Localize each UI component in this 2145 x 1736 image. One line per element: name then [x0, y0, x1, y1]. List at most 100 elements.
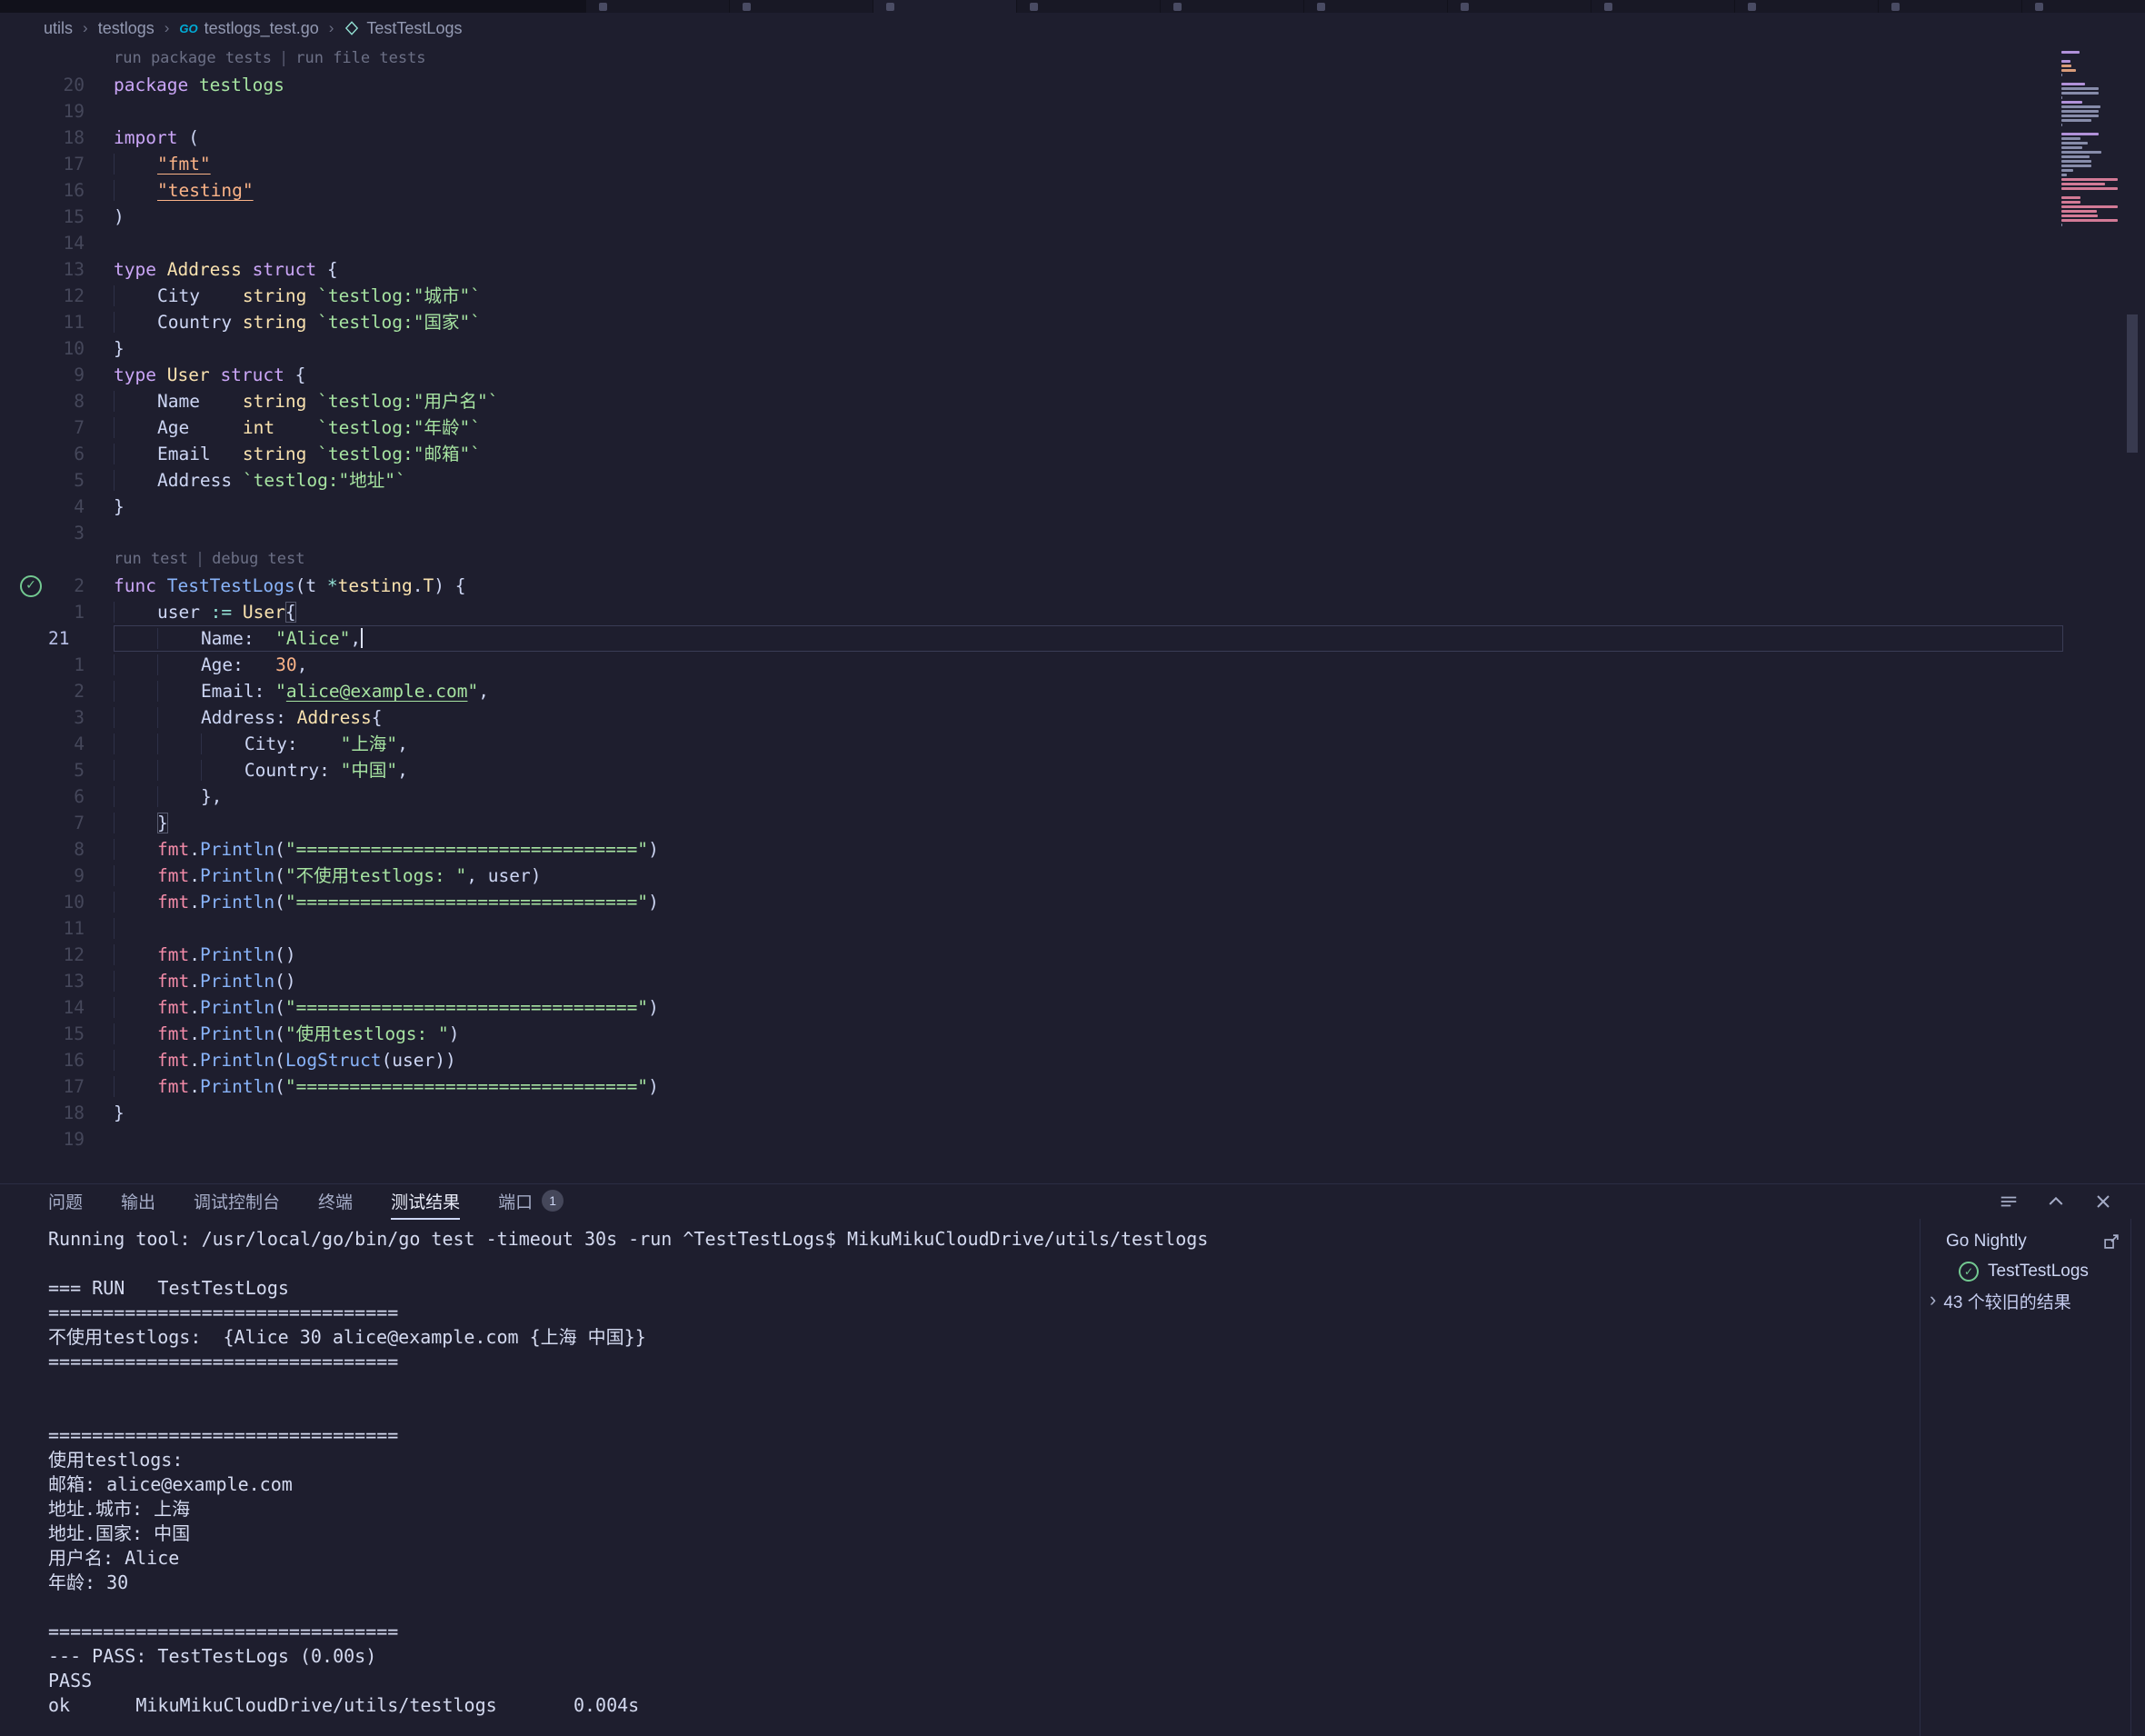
breadcrumb[interactable]: utils›testlogs›GOtestlogs_test.go›TestTe…	[0, 13, 2145, 44]
minimap-line	[2061, 69, 2076, 72]
panel-tab-terminal[interactable]: 终端	[318, 1184, 353, 1220]
minimap-line	[2061, 160, 2091, 163]
tab-strip-spacer	[0, 0, 586, 13]
code-line[interactable]: 20package testlogs	[0, 72, 2145, 98]
code-line[interactable]: 17 fmt.Println("========================…	[0, 1073, 2145, 1100]
code-token: User	[243, 602, 285, 623]
output-line	[48, 1374, 1920, 1399]
panel-tab-ports[interactable]: 端口1	[498, 1184, 564, 1220]
code-token	[242, 259, 253, 280]
panel-close-icon[interactable]	[2092, 1191, 2114, 1212]
panel-tab-test-results[interactable]: 测试结果	[391, 1184, 460, 1220]
older-results-item[interactable]: › 43 个较旧的结果	[1921, 1286, 2145, 1316]
code-line[interactable]: 1 user := User{	[0, 599, 2145, 625]
code-line[interactable]: 8 Name string `testlog:"用户名"`	[0, 388, 2145, 414]
code-token: (	[274, 1050, 285, 1071]
test-pass-gutter-icon[interactable]: ✓	[20, 575, 42, 597]
codelens-link[interactable]: run test	[114, 546, 188, 573]
indent-guide	[114, 391, 157, 412]
editor-tab[interactable]	[1591, 0, 1735, 13]
code-line[interactable]: 21 Name: "Alice",	[0, 625, 2145, 652]
code-token: :=	[211, 602, 232, 623]
editor-tab[interactable]	[1017, 0, 1161, 13]
code-line[interactable]: 8 fmt.Println("=========================…	[0, 836, 2145, 863]
code-line[interactable]: 13 fmt.Println()	[0, 968, 2145, 994]
panel-maximize-icon[interactable]	[2045, 1191, 2067, 1212]
code-line[interactable]: 14	[0, 230, 2145, 256]
line-gutter: 2	[0, 678, 114, 704]
code-line[interactable]: 13type Address struct {	[0, 256, 2145, 283]
code-line[interactable]: 18}	[0, 1100, 2145, 1126]
editor-tab[interactable]	[1304, 0, 1448, 13]
code-line[interactable]: 15 fmt.Println("使用testlogs: ")	[0, 1021, 2145, 1047]
code-line[interactable]: 4 City: "上海",	[0, 731, 2145, 757]
breadcrumb-item-testtestlogs[interactable]: TestTestLogs	[344, 19, 462, 38]
editor-tab[interactable]	[1448, 0, 1591, 13]
code-token: struct	[220, 364, 284, 385]
editor-scrollbar[interactable]	[2127, 314, 2138, 453]
breadcrumb-label: testlogs_test.go	[205, 19, 319, 38]
code-line[interactable]: 16 "testing"	[0, 177, 2145, 204]
code-line[interactable]: 5 Country: "中国",	[0, 757, 2145, 783]
code-line[interactable]: ✓2func TestTestLogs(t *testing.T) {	[0, 573, 2145, 599]
code-line[interactable]: 1 Age: 30,	[0, 652, 2145, 678]
editor-tab[interactable]	[1161, 0, 1304, 13]
test-passed-icon: ✓	[1959, 1262, 1979, 1282]
editor-tab[interactable]	[2022, 0, 2145, 13]
codelens-link[interactable]: run file tests	[295, 45, 425, 72]
code-line[interactable]: 19	[0, 98, 2145, 125]
panel-tab-debug-console[interactable]: 调试控制台	[194, 1184, 280, 1220]
codelens-link[interactable]: run package tests	[114, 45, 272, 72]
editor[interactable]: run package tests|run file tests20packag…	[0, 44, 2145, 1183]
code-line[interactable]: 9type User struct {	[0, 362, 2145, 388]
panel-tab-problems[interactable]: 问题	[48, 1184, 83, 1220]
code-line[interactable]: 11 Country string `testlog:"国家"`	[0, 309, 2145, 335]
open-test-result-icon[interactable]	[2101, 1232, 2121, 1252]
code-line[interactable]: 19	[0, 1126, 2145, 1152]
code-line[interactable]: 12 fmt.Println()	[0, 942, 2145, 968]
code-line[interactable]: 2 Email: "alice@example.com",	[0, 678, 2145, 704]
code-line[interactable]: 7 }	[0, 810, 2145, 836]
editor-tab[interactable]	[1735, 0, 1879, 13]
panel-tab-output[interactable]: 输出	[121, 1184, 155, 1220]
breadcrumb-item-testlogs[interactable]: testlogs	[98, 19, 155, 38]
code-line[interactable]: 18import (	[0, 125, 2145, 151]
breadcrumb-item-testlogs-test-go[interactable]: GOtestlogs_test.go	[179, 19, 318, 38]
code-line[interactable]: 5 Address `testlog:"地址"`	[0, 467, 2145, 494]
code-line[interactable]: 17 "fmt"	[0, 151, 2145, 177]
panel-menu-icon[interactable]	[1998, 1191, 2020, 1212]
code-line[interactable]: 7 Age int `testlog:"年龄"`	[0, 414, 2145, 441]
breadcrumb-item-utils[interactable]: utils	[44, 19, 73, 38]
code-line[interactable]: 3 Address: Address{	[0, 704, 2145, 731]
output-line: ok MikuMikuCloudDrive/utils/testlogs 0.0…	[48, 1693, 1920, 1718]
editor-tab[interactable]	[586, 0, 730, 13]
minimap-line	[2061, 215, 2098, 217]
code-line[interactable]: 16 fmt.Println(LogStruct(user))	[0, 1047, 2145, 1073]
code-token: ,	[397, 760, 408, 781]
code-line[interactable]: 14 fmt.Println("========================…	[0, 994, 2145, 1021]
code-line[interactable]: 10 fmt.Println("========================…	[0, 889, 2145, 915]
code-token: (	[274, 997, 285, 1018]
code-line[interactable]: 11	[0, 915, 2145, 942]
minimap[interactable]	[2061, 51, 2120, 233]
codelens-link[interactable]: debug test	[212, 546, 304, 573]
editor-tab[interactable]	[1879, 0, 2022, 13]
indent-guide	[114, 417, 157, 438]
ports-count-badge: 1	[542, 1190, 564, 1212]
code-line[interactable]: 12 City string `testlog:"城市"`	[0, 283, 2145, 309]
code-line[interactable]: 6 Email string `testlog:"邮箱"`	[0, 441, 2145, 467]
output-line	[48, 1252, 1920, 1276]
code-line[interactable]: 10}	[0, 335, 2145, 362]
code-token: TestTestLogs	[167, 575, 295, 596]
code-line[interactable]: 3	[0, 520, 2145, 546]
editor-tab[interactable]	[873, 0, 1017, 13]
code-token: T	[424, 575, 434, 596]
code-line[interactable]: 9 fmt.Println("不使用testlogs: ", user)	[0, 863, 2145, 889]
code-line[interactable]: 15)	[0, 204, 2145, 230]
editor-tab[interactable]	[730, 0, 873, 13]
output-line: === RUN TestTestLogs	[48, 1276, 1920, 1301]
test-result-item[interactable]: ✓ TestTestLogs	[1921, 1256, 2145, 1286]
line-number: 13	[0, 256, 114, 283]
code-line[interactable]: 6 },	[0, 783, 2145, 810]
code-line[interactable]: 4}	[0, 494, 2145, 520]
